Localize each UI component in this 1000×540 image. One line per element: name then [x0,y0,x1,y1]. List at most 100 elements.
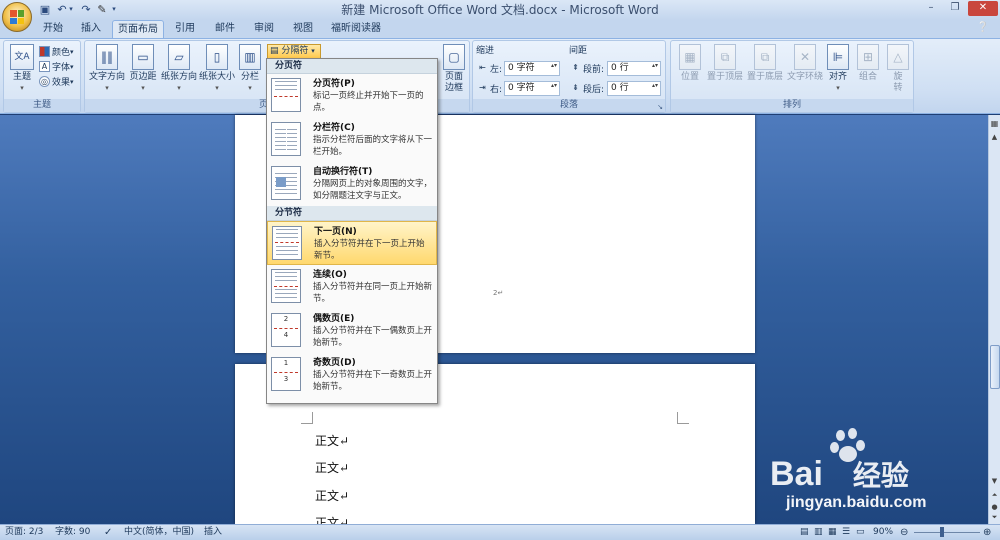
columns-button[interactable]: ▥ 分栏 ▾ [237,44,263,94]
web-layout-icon[interactable]: ▦ [828,525,837,540]
bring-to-front-button[interactable]: ⧉ 置于顶层 [705,44,745,83]
close-button[interactable]: ✕ [968,1,998,16]
rotate-button[interactable]: △ 旋转 [885,44,911,94]
tab-foxit-reader[interactable]: 福昕阅读器 [328,20,384,38]
paragraph[interactable]: 正文↵ [315,487,349,504]
status-language[interactable]: 中文(简体，中国) [124,525,194,540]
spacing-before-label: 段前: [583,65,605,75]
status-words[interactable]: 字数: 90 [55,525,90,540]
tab-insert[interactable]: 插入 [76,20,106,38]
zoom-slider-thumb[interactable] [940,527,944,537]
even-page-break-icon: 24 [271,313,301,347]
page-breaks-header: 分页符 [267,59,437,74]
text-wrapping-icon: ✕ [794,44,816,70]
tab-mailings[interactable]: 邮件 [210,20,240,38]
theme-fonts-button[interactable]: A 字体 ▾ [39,59,74,74]
send-to-back-icon: ⧉ [754,44,776,70]
margins-button[interactable]: ▭ 页边距 ▾ [127,44,159,94]
browse-object-icon[interactable]: ● [990,503,999,513]
indent-left-input[interactable]: 0 字符 [504,61,560,76]
group-button[interactable]: ⊞ 组合 [853,44,883,83]
status-page[interactable]: 页面: 2/3 [5,525,43,540]
send-to-back-button[interactable]: ⧉ 置于底层 [745,44,785,83]
print-layout-icon[interactable]: ▤ [800,525,809,540]
dialog-launcher-icon[interactable]: ↘ [657,103,663,111]
indent-right-input[interactable]: 0 字符 [504,81,560,96]
menu-item-page-break[interactable]: 分页符(P) 标记一页终止并开始下一页的点。 [267,74,437,118]
undo-dropdown-icon[interactable]: ▾ [67,3,75,16]
scroll-up-icon[interactable]: ▲ [990,133,999,143]
next-page-icon[interactable]: ⏷ [990,513,999,523]
breaks-button[interactable]: ▤ 分隔符 ▾ [267,44,321,59]
columns-label: 分栏 [240,72,259,82]
scroll-down-icon[interactable]: ▼ [990,477,999,487]
align-button[interactable]: ⊫ 对齐 ▾ [827,44,849,94]
zoom-out-icon[interactable]: ⊖ [900,525,908,540]
tab-references[interactable]: 引用 [170,20,200,38]
menu-item-continuous[interactable]: 连续(O) 插入分节符并在同一页上开始新节。 [267,265,437,309]
paragraph[interactable]: 正文↵ [315,459,349,476]
zoom-in-icon[interactable]: ⊕ [983,525,991,540]
orientation-button[interactable]: ▱ 纸张方向 ▾ [161,44,197,94]
column-break-icon [271,122,301,156]
save-icon[interactable]: ▣ [38,3,52,16]
zoom-slider[interactable] [914,532,980,533]
spacing-after-label: 段后: [583,85,605,95]
paragraph[interactable]: 正文↵ [315,432,349,449]
crop-mark [301,412,313,424]
outline-icon[interactable]: ☰ [842,525,850,540]
paragraph[interactable]: 正文↵ [315,514,349,524]
scroll-thumb[interactable] [990,345,1000,389]
office-button[interactable] [2,2,32,32]
spacing-after-row: ⇟ 段后: 0 行 [570,81,661,96]
indent-left-row: ⇤ 左: 0 字符 [477,61,560,76]
draft-icon[interactable]: ▭ [856,525,865,540]
previous-page-icon[interactable]: ⏶ [990,491,999,501]
tab-review[interactable]: 审阅 [249,20,279,38]
format-painter-icon[interactable]: ✎ [95,3,109,16]
vertical-scrollbar[interactable]: ▦ ▲ ▼ ⏶ ● ⏷ [988,115,1000,524]
help-icon[interactable]: ❔ [973,22,993,36]
menu-item-odd-page[interactable]: 13 奇数页(D) 插入分节符并在下一奇数页上开始新节。 [267,353,437,397]
menu-item-title: 连续(O) [313,270,347,280]
customize-qat-icon[interactable]: ▾ [110,3,118,16]
spacing-before-row: ⇞ 段前: 0 行 [570,61,661,76]
theme-effects-button[interactable]: ◎ 效果 ▾ [39,74,74,89]
theme-colors-button[interactable]: 颜色 ▾ [39,44,74,59]
spacing-before-icon: ⇞ [572,63,579,72]
spacing-title: 间距 [569,46,588,56]
tab-view[interactable]: 视图 [288,20,318,38]
themes-group-label: 主题 [4,99,80,112]
theme-fonts-label: 字体 [52,63,71,73]
group-icon: ⊞ [857,44,879,70]
margins-icon: ▭ [132,44,154,70]
status-bar: 页面: 2/3 字数: 90 ✓ 中文(简体，中国) 插入 ▤ ▥ ▦ ☰ ▭ … [0,524,1000,540]
theme-colors-icon [39,46,50,57]
themes-button[interactable]: 文A 主题 ▾ [7,44,37,94]
text-wrapping-button[interactable]: ✕ 文字环绕 [785,44,825,83]
menu-item-text-wrapping-break[interactable]: 自动换行符(T) 分隔网页上的对象周围的文字，如分隔题注文字与正文。 [267,162,437,206]
position-button[interactable]: ▦ 位置 [675,44,705,83]
page-borders-button[interactable]: ▢ 页面边框 [439,44,469,94]
zoom-level[interactable]: 90% [873,525,893,540]
menu-item-title: 分页符(P) [313,79,355,89]
text-direction-button[interactable]: ‖‖ 文字方向 ▾ [88,44,126,94]
status-insert-mode[interactable]: 插入 [204,525,222,540]
redo-icon[interactable]: ↷ [79,3,93,16]
icon-number: 1 [283,359,289,367]
menu-item-even-page[interactable]: 24 偶数页(E) 插入分节符并在下一偶数页上开始新节。 [267,309,437,353]
page-size-button[interactable]: ▯ 纸张大小 ▾ [199,44,235,94]
spacing-before-input[interactable]: 0 行 [607,61,661,76]
menu-item-column-break[interactable]: 分栏符(C) 指示分栏符后面的文字将从下一栏开始。 [267,118,437,162]
theme-colors-label: 颜色 [52,48,71,58]
ruler-toggle-icon[interactable]: ▦ [990,119,999,129]
minimize-button[interactable]: – [920,1,942,16]
spacing-after-input[interactable]: 0 行 [607,81,661,96]
tab-home[interactable]: 开始 [38,20,68,38]
margins-label: 页边距 [129,72,157,82]
spell-check-icon[interactable]: ✓ [104,525,112,540]
restore-button[interactable]: ❐ [944,1,966,16]
tab-page-layout[interactable]: 页面布局 [112,20,164,38]
menu-item-next-page[interactable]: 下一页(N) 插入分节符并在下一页上开始新节。 [267,221,437,265]
full-screen-reading-icon[interactable]: ▥ [814,525,823,540]
